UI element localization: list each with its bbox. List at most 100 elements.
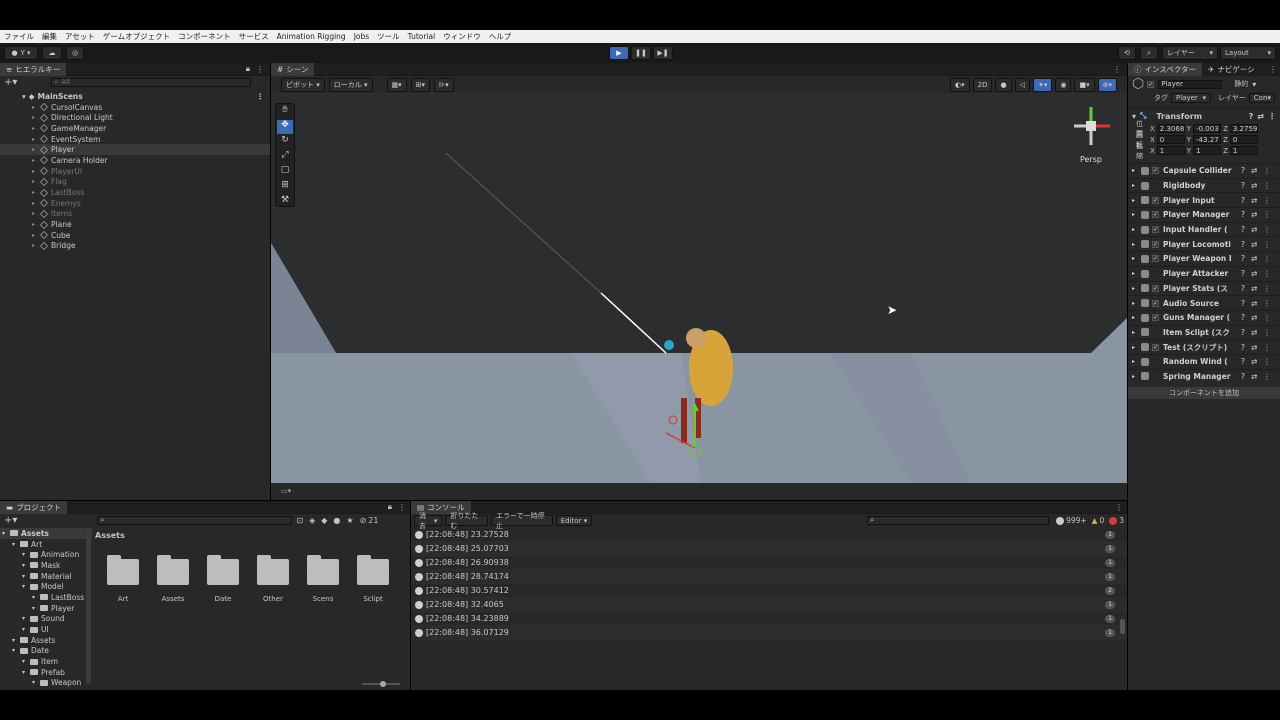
tab-inspector[interactable]: ⓘ インスペクター [1128,62,1203,76]
tree-scrollbar[interactable] [86,529,91,684]
menu-item-5[interactable]: サービス [239,31,269,42]
console-log-entry[interactable]: [22:08:48] 32.4065 1 [411,598,1127,612]
hierarchy-search-input[interactable]: ⌕ All [51,77,252,87]
tag-icon[interactable]: ◆ [321,516,327,525]
move-tool[interactable]: ✥ [277,120,293,134]
chevron-down-icon[interactable]: ▾ [22,626,30,633]
hierarchy-item[interactable]: ▸ GameManager [0,123,270,134]
hierarchy-item[interactable]: ▸ Bridge [0,241,270,252]
more-menu-icon[interactable]: ⋮ [1263,284,1271,293]
object-active-checkbox[interactable]: ✓ [1147,80,1155,88]
add-component-button[interactable]: コンポーネントを追加 [1128,387,1280,400]
chevron-down-icon[interactable]: ▾ [12,541,20,548]
help-icon[interactable]: ? [1241,357,1245,366]
menu-item-11[interactable]: ヘルプ [489,31,512,42]
preset-icon[interactable]: ⇄ [1251,372,1257,381]
console-search-input[interactable]: ⌕ [867,516,1050,525]
lock-icon[interactable]: 🔒︎ [388,502,392,512]
error-filter-toggle[interactable]: 3 [1109,516,1124,525]
chevron-down-icon[interactable]: ▾ [22,669,30,676]
more-menu-icon[interactable]: ⋮ [1263,166,1271,175]
grid-snap-button[interactable]: ▦▾ [386,77,407,92]
component-header[interactable]: ▸ ✓ Player Manager? ⇄ ⋮ [1128,207,1280,222]
hierarchy-item[interactable]: ▸ Enemys [0,198,270,209]
transform-scale-z-field[interactable]: 1 [1229,146,1258,155]
asset-folder[interactable]: Art [98,555,148,603]
chevron-right-icon[interactable]: ▸ [32,168,40,175]
preset-icon[interactable]: ⇄ [1251,225,1257,234]
preset-icon[interactable]: ⇄ [1251,269,1257,278]
preset-icon[interactable]: ⇄ [1257,112,1264,121]
project-tree-item[interactable]: ▾ Item [0,656,92,667]
console-scrollbar[interactable] [1120,529,1125,639]
menu-item-10[interactable]: ウィンドウ [443,31,481,42]
more-menu-icon[interactable]: ⋮ [1263,225,1271,234]
pause-button[interactable]: ❚❚ [631,46,651,60]
component-header[interactable]: ▸ ✓ Audio Source? ⇄ ⋮ [1128,295,1280,310]
hierarchy-item[interactable]: ▸ Flag [0,177,270,188]
menu-item-3[interactable]: ゲームオブジェクト [103,31,170,42]
project-tree-item[interactable]: ▾ Material [0,571,92,582]
chevron-right-icon[interactable]: ▸ [1132,197,1135,204]
component-header[interactable]: ▸ ✓ Player Weapon I? ⇄ ⋮ [1128,251,1280,266]
transform-tool[interactable]: ⊞ [277,180,293,194]
help-icon[interactable]: ? [1241,372,1245,381]
layers-dropdown[interactable]: レイヤー ▾ [1162,46,1218,60]
projection-label[interactable]: Persp [1066,155,1116,164]
chevron-down-icon[interactable]: ▾ [22,658,30,665]
help-icon[interactable]: ? [1241,313,1245,322]
component-enabled-checkbox[interactable]: ✓ [1152,211,1160,219]
log-filter-toggle[interactable]: 999+ [1056,516,1087,525]
asset-folder[interactable]: Sclipt [348,555,398,603]
chevron-down-icon[interactable]: ▾ [32,679,40,686]
transform-scale-x-field[interactable]: 1 [1156,146,1185,155]
component-enabled-checkbox[interactable]: ✓ [1152,314,1160,322]
overlay-menu[interactable]: ▭▾ [281,486,291,496]
step-button[interactable]: ▶❚ [653,46,673,60]
menu-item-1[interactable]: 編集 [42,31,57,42]
tab-navigation[interactable]: ✈ ナビゲーシ [1202,62,1261,76]
preset-icon[interactable]: ⇄ [1251,313,1257,322]
rotate-tool[interactable]: ↻ [277,135,293,149]
object-name-field[interactable]: Player [1158,79,1223,89]
asset-folder[interactable]: Scens [298,555,348,603]
help-icon[interactable]: ? [1241,299,1245,308]
more-menu-icon[interactable]: ⋮ [1263,357,1271,366]
add-icon[interactable]: +▾ [4,77,17,88]
menu-item-8[interactable]: ツール [377,31,400,42]
component-header[interactable]: ▸ Random Wind (? ⇄ ⋮ [1128,353,1280,369]
component-enabled-checkbox[interactable]: ✓ [1152,196,1160,204]
2d-toggle[interactable]: 2D [972,77,993,92]
shading-dropdown[interactable]: ◐▾ [950,77,970,92]
chevron-right-icon[interactable]: ▸ [1132,241,1135,248]
layer-dropdown[interactable]: Con ▾ [1248,93,1275,103]
chevron-right-icon[interactable]: ▸ [32,232,40,239]
project-tree-item[interactable]: ▾ Art [0,539,92,550]
component-enabled-checkbox[interactable]: ✓ [1152,255,1160,263]
more-menu-icon[interactable]: ⋮ [1263,343,1271,352]
help-icon[interactable]: ? [1241,284,1245,293]
custom-tool[interactable]: ⚒ [277,195,293,209]
ruler-button[interactable]: ⊪▾ [434,77,454,92]
chevron-right-icon[interactable]: ▸ [1132,329,1135,336]
more-menu-icon[interactable]: ⋮ [1263,313,1271,322]
console-log-entry[interactable]: [22:08:48] 26.90938 1 [411,556,1127,570]
info-icon[interactable]: ● [333,516,340,525]
component-enabled-checkbox[interactable]: ✓ [1152,284,1160,292]
project-tree-item[interactable]: ▾ Weapon [0,678,92,688]
chevron-down-icon[interactable]: ▾ [22,573,30,580]
chevron-right-icon[interactable]: ▸ [1132,211,1135,218]
hierarchy-item[interactable]: ▸ LastBoss [0,187,270,198]
preset-icon[interactable]: ⇄ [1251,284,1257,293]
chevron-right-icon[interactable]: ▸ [32,242,40,249]
hierarchy-item[interactable]: ▸ Items [0,209,270,220]
hand-tool[interactable]: ✋︎ [277,105,293,119]
hierarchy-item[interactable]: ▸ Directional Light [0,112,270,123]
console-log-entry[interactable]: [22:08:48] 30.57412 2 [411,584,1127,598]
hierarchy-item[interactable]: ▸ Player [0,144,270,156]
zoom-slider[interactable] [362,681,400,687]
tab-project[interactable]: ▬ プロジェクト [0,500,68,514]
breadcrumb-item[interactable]: Assets [95,531,125,540]
chevron-right-icon[interactable]: ▸ [1132,285,1135,292]
chevron-down-icon[interactable]: ▾ [22,562,30,569]
